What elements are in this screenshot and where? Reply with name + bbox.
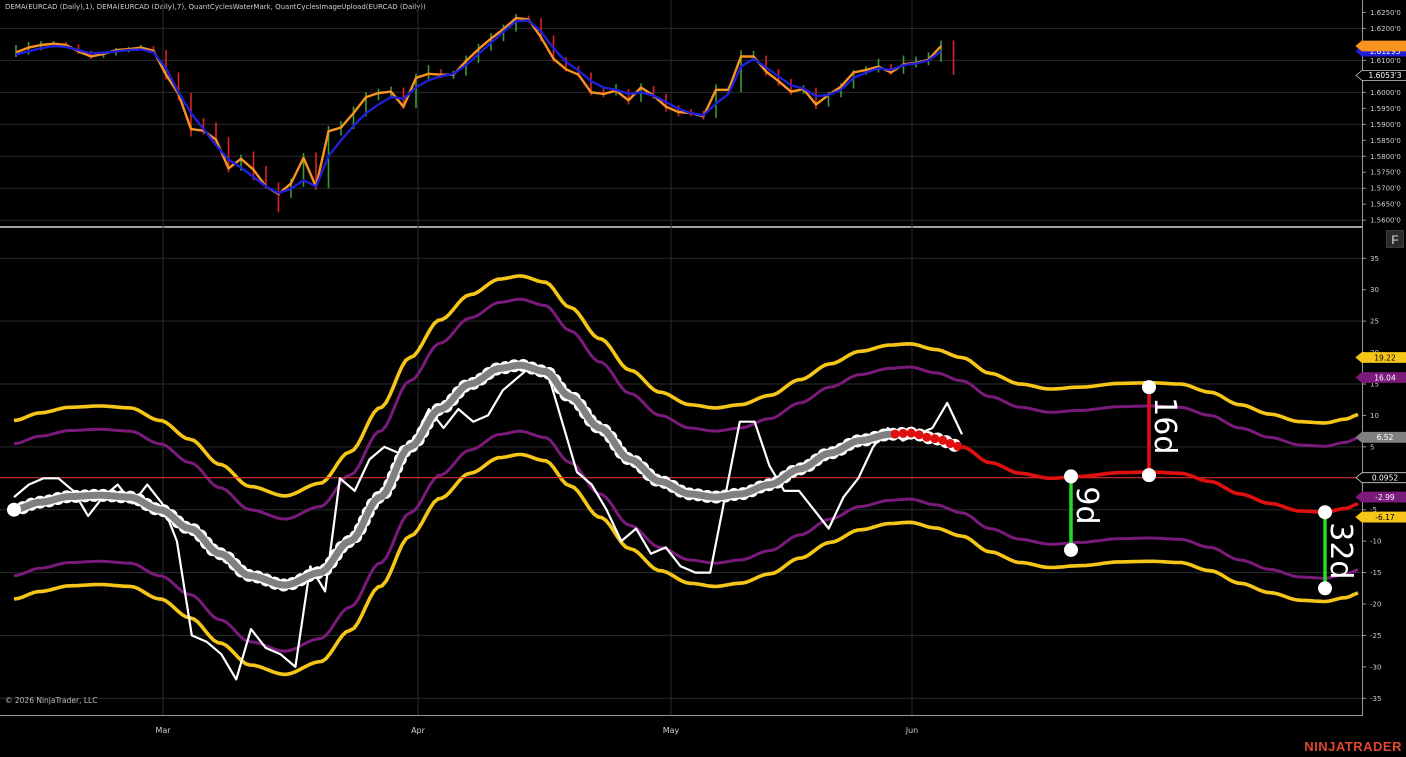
cycle-y-tick-label: 35 — [1370, 255, 1379, 263]
cycle-marker-dot — [1142, 468, 1156, 483]
cycle-y-tick-label: 30 — [1370, 286, 1379, 294]
cycle-value-label: 6.52 — [1355, 431, 1406, 443]
x-tick-label: Mar — [155, 726, 171, 735]
cycle-value-label-text: 19.22 — [1374, 353, 1396, 362]
price-value-label — [1355, 40, 1406, 52]
price-y-tick-label: 1.6100'0 — [1370, 57, 1401, 65]
cycle-value-label-text: -6.17 — [1375, 513, 1395, 522]
cycle-y-tick-label: -10 — [1370, 538, 1381, 546]
x-tick-label: May — [663, 726, 680, 735]
cycle-value-label: -6.17 — [1355, 511, 1406, 523]
price-y-tick-label: 1.5950'0 — [1370, 105, 1401, 113]
price-y-tick-label: 1.5800'0 — [1370, 153, 1401, 161]
cycle-marker-dot — [1318, 581, 1332, 596]
panel-f-button[interactable]: F — [1386, 230, 1404, 248]
cycle-value-label-text: 6.52 — [1377, 433, 1394, 442]
price-value-label-box — [1355, 40, 1406, 52]
cycle-projection-line — [961, 445, 1359, 515]
copyright-text: © 2026 NinjaTrader, LLC — [5, 696, 98, 705]
axis-layer: MarAprMayJun1.6250'01.6200'01.6150'01.61… — [155, 9, 1406, 735]
price-y-tick-label: 1.5600'0 — [1370, 217, 1401, 225]
cycle-start-dot — [7, 502, 21, 517]
ninjatrader-logo: NINJATRADER — [1304, 739, 1402, 754]
cycle-y-tick-label: 10 — [1370, 412, 1379, 420]
price-value-label: 1.6053'3 — [1355, 69, 1406, 81]
price-panel — [15, 13, 955, 213]
cycle-value-label-text: -2.99 — [1375, 493, 1395, 502]
cycle-panel: 9d 16d 32d — [0, 274, 1362, 681]
x-tick-label: Jun — [905, 726, 919, 735]
cycle-y-tick-label: -30 — [1370, 663, 1381, 671]
cycle-label-32d: 32d — [1323, 522, 1358, 579]
cycle-y-tick-label: -35 — [1370, 695, 1381, 703]
band-outer-upper — [13, 274, 1359, 498]
cycle-value-label: 19.22 — [1355, 352, 1406, 363]
cycle-value-label-text: 0.0952 — [1372, 473, 1398, 482]
cycle-y-tick-label: 5 — [1370, 443, 1374, 451]
price-value-label-text: 1.6053'3 — [1368, 71, 1401, 80]
price-y-tick-label: 1.6200'0 — [1370, 25, 1401, 33]
cycle-y-tick-label: -25 — [1370, 632, 1381, 640]
cycle-label-16d: 16d — [1147, 397, 1182, 454]
cycle-y-tick-label: 25 — [1370, 318, 1379, 326]
price-y-tick-label: 1.5650'0 — [1370, 201, 1401, 209]
price-y-tick-label: 1.5750'0 — [1370, 169, 1401, 177]
price-y-tick-label: 1.5900'0 — [1370, 121, 1401, 129]
x-tick-label: Apr — [411, 726, 426, 735]
cycle-marker-dot — [1064, 469, 1078, 484]
cycle-y-tick-label: -15 — [1370, 569, 1381, 577]
cycle-marker-dot — [1142, 380, 1156, 395]
cycle-marker-dot — [1064, 542, 1078, 557]
price-y-tick-label: 1.6000'0 — [1370, 89, 1401, 97]
cycle-value-label: -2.99 — [1355, 491, 1406, 503]
chart-canvas[interactable]: 9d 16d 32d Mar Apr May Jun 1.6250'0 1.6200'0 1.6… — [0, 0, 1406, 757]
price-y-tick-label: 1.5700'0 — [1370, 185, 1401, 193]
cycle-label-9d: 9d — [1069, 486, 1104, 524]
cycle-value-label: 0.0952 — [1355, 472, 1406, 484]
cycle-value-label: 16.04 — [1355, 372, 1406, 383]
price-y-tick-label: 1.6250'0 — [1370, 9, 1401, 17]
cycle-value-label-text: 16.04 — [1374, 373, 1396, 382]
cycle-y-tick-label: -20 — [1370, 601, 1381, 609]
cycle-marker-dot — [1318, 505, 1332, 520]
cycle-beads — [7, 358, 969, 592]
price-y-tick-label: 1.5850'0 — [1370, 137, 1401, 145]
